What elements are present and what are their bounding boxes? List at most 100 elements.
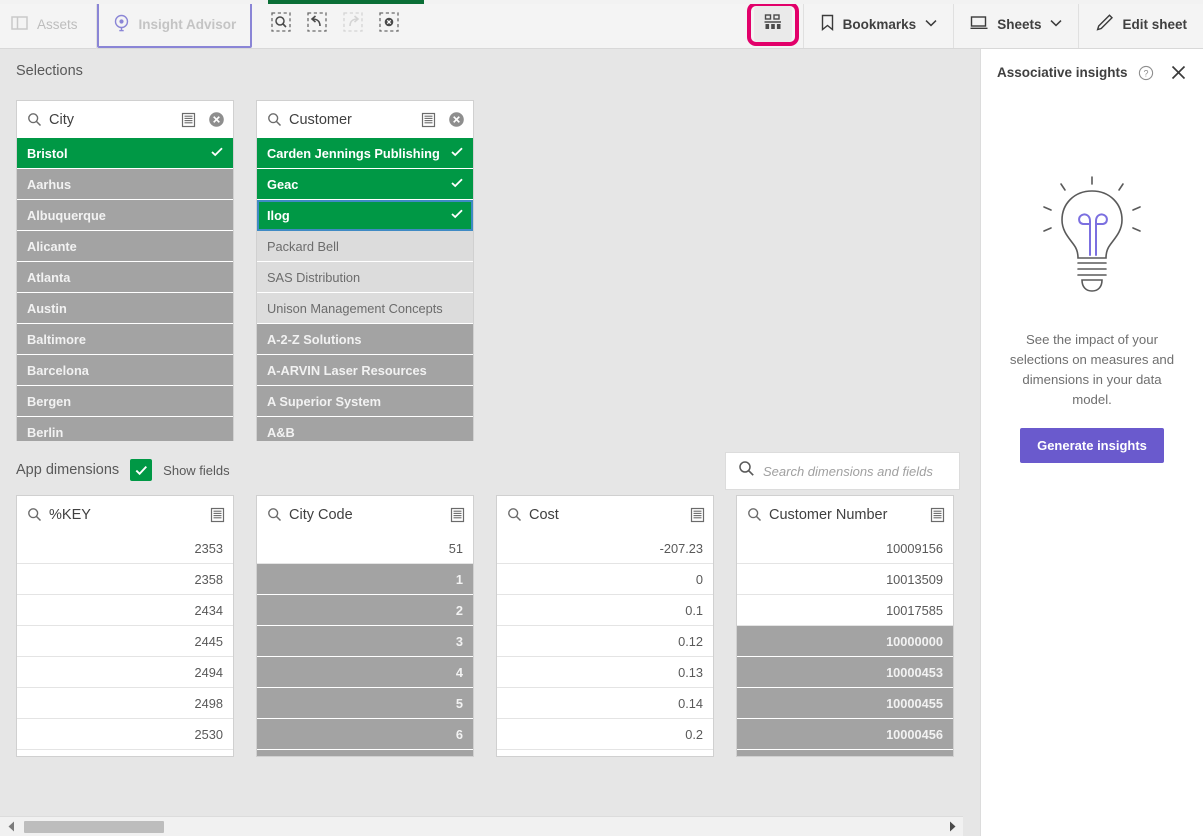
bookmarks-button[interactable]: Bookmarks — [802, 0, 954, 48]
list-item[interactable]: Atlanta — [17, 262, 233, 293]
close-icon[interactable] — [1168, 64, 1189, 81]
generate-insights-button[interactable]: Generate insights — [1020, 428, 1164, 463]
scrollbar-thumb[interactable] — [24, 820, 164, 833]
listbox-city-title: City — [49, 111, 74, 128]
search-icon[interactable] — [27, 112, 42, 127]
list-item[interactable]: Packard Bell — [257, 231, 473, 262]
list-item[interactable]: 10017585 — [737, 595, 953, 626]
list-menu-icon[interactable] — [210, 507, 225, 523]
step-forward-icon — [342, 11, 364, 38]
list-item[interactable]: 2494 — [17, 657, 233, 688]
list-item[interactable]: Ilog — [257, 200, 473, 231]
check-icon — [451, 177, 463, 191]
list-item[interactable]: Aarhus — [17, 169, 233, 200]
list-item[interactable]: 2353 — [17, 533, 233, 564]
list-item[interactable]: 10000457 — [737, 750, 953, 756]
list-item[interactable]: 0.12 — [497, 626, 713, 657]
list-item[interactable]: A-2-Z Solutions — [257, 324, 473, 355]
list-item[interactable]: Bristol — [17, 138, 233, 169]
list-item[interactable]: 10013509 — [737, 564, 953, 595]
scroll-left-arrow[interactable] — [0, 817, 22, 836]
list-item[interactable]: 0.13 — [497, 657, 713, 688]
selection-search-button[interactable] — [266, 9, 296, 39]
list-item[interactable]: 2434 — [17, 595, 233, 626]
show-fields-checkbox[interactable] — [130, 459, 153, 481]
tab-assets[interactable]: Assets — [0, 0, 97, 49]
list-item[interactable]: Carden Jennings Publishing — [257, 138, 473, 169]
sheets-button[interactable]: Sheets — [953, 0, 1078, 48]
listbox-city-rows[interactable]: Bristol Aarhus Albuquerque Alicante Atlanta A… — [17, 138, 233, 484]
list-item[interactable]: Geac — [257, 169, 473, 200]
clear-selection-icon[interactable] — [448, 111, 465, 128]
list-menu-icon[interactable] — [690, 507, 705, 523]
list-item-value: 5 — [455, 695, 463, 711]
scroll-right-arrow[interactable] — [941, 817, 963, 836]
list-item[interactable]: SAS Distribution — [257, 262, 473, 293]
dimensions-search-box[interactable] — [725, 452, 960, 490]
search-icon[interactable] — [267, 507, 282, 522]
list-item[interactable]: 2 — [257, 595, 473, 626]
list-item[interactable]: Albuquerque — [17, 200, 233, 231]
list-item[interactable]: 7 — [257, 750, 473, 756]
list-item[interactable]: 4 — [257, 657, 473, 688]
list-menu-icon[interactable] — [930, 507, 945, 523]
list-item[interactable]: 5 — [257, 688, 473, 719]
qlik-sense-selections-view: Assets Insight Advisor Bookmarks Sheets … — [0, 0, 1203, 836]
edit-sheet-button[interactable]: Edit sheet — [1078, 0, 1203, 48]
list-item[interactable]: 10000000 — [737, 626, 953, 657]
selection-tools-group — [252, 0, 414, 48]
list-item[interactable]: 6 — [257, 719, 473, 750]
list-item[interactable]: 2530 — [17, 719, 233, 750]
fieldbox-customer-number-rows[interactable]: 10009156 10013509 10017585 10000000 10000453… — [737, 533, 953, 756]
step-back-button[interactable] — [302, 9, 332, 39]
list-item[interactable]: 10009156 — [737, 533, 953, 564]
list-item[interactable]: Alicante — [17, 231, 233, 262]
list-item[interactable]: 2358 — [17, 564, 233, 595]
list-item[interactable]: Unison Management Concepts — [257, 293, 473, 324]
list-item[interactable]: 2498 — [17, 688, 233, 719]
fieldbox-city-code: City Code 5112345678 — [256, 495, 474, 757]
list-item[interactable]: Bergen — [17, 386, 233, 417]
list-item[interactable]: A-ARVIN Laser Resources — [257, 355, 473, 386]
associative-insights-title: Associative insights — [997, 65, 1128, 80]
clear-all-selections-button[interactable] — [374, 9, 404, 39]
list-item[interactable]: 0.14 — [497, 688, 713, 719]
question-circle-icon[interactable]: ? — [1138, 65, 1154, 81]
selections-tool-button[interactable] — [753, 6, 792, 42]
list-item[interactable]: 2445 — [17, 626, 233, 657]
listbox-customer-rows[interactable]: Carden Jennings Publishing Geac Ilog Packar… — [257, 138, 473, 484]
fieldbox-cost-rows[interactable]: -207.2300.10.120.130.140.20.330.49 — [497, 533, 713, 756]
search-icon[interactable] — [747, 507, 762, 522]
list-menu-icon[interactable] — [421, 112, 436, 128]
list-item[interactable]: 0 — [497, 564, 713, 595]
search-icon[interactable] — [267, 112, 282, 127]
list-item[interactable]: 0.2 — [497, 719, 713, 750]
list-item[interactable]: Austin — [17, 293, 233, 324]
search-icon[interactable] — [507, 507, 522, 522]
list-item[interactable]: 0.33 — [497, 750, 713, 756]
step-forward-button[interactable] — [338, 9, 368, 39]
tab-insight-advisor[interactable]: Insight Advisor — [96, 1, 253, 48]
list-item[interactable]: 0.1 — [497, 595, 713, 626]
list-item[interactable]: 10000453 — [737, 657, 953, 688]
fieldbox-city-code-rows[interactable]: 5112345678 — [257, 533, 473, 756]
list-item[interactable]: Barcelona — [17, 355, 233, 386]
list-item-value: 10000455 — [886, 695, 943, 711]
list-item[interactable]: 51 — [257, 533, 473, 564]
list-item[interactable]: A Superior System — [257, 386, 473, 417]
list-item[interactable]: 3 — [257, 626, 473, 657]
list-item[interactable]: 2537 — [17, 750, 233, 756]
list-item[interactable]: -207.23 — [497, 533, 713, 564]
horizontal-scrollbar[interactable] — [0, 816, 963, 836]
search-input[interactable] — [763, 463, 947, 479]
fieldbox-key-rows[interactable]: 235323582434244524942498253025372559 — [17, 533, 233, 756]
clear-selection-icon[interactable] — [208, 111, 225, 128]
list-menu-icon[interactable] — [450, 507, 465, 523]
list-menu-icon[interactable] — [181, 112, 196, 128]
list-item[interactable]: 10000456 — [737, 719, 953, 750]
list-item[interactable]: 10000455 — [737, 688, 953, 719]
chevron-down-icon — [1050, 19, 1063, 29]
list-item[interactable]: 1 — [257, 564, 473, 595]
search-icon[interactable] — [27, 507, 42, 522]
list-item[interactable]: Baltimore — [17, 324, 233, 355]
